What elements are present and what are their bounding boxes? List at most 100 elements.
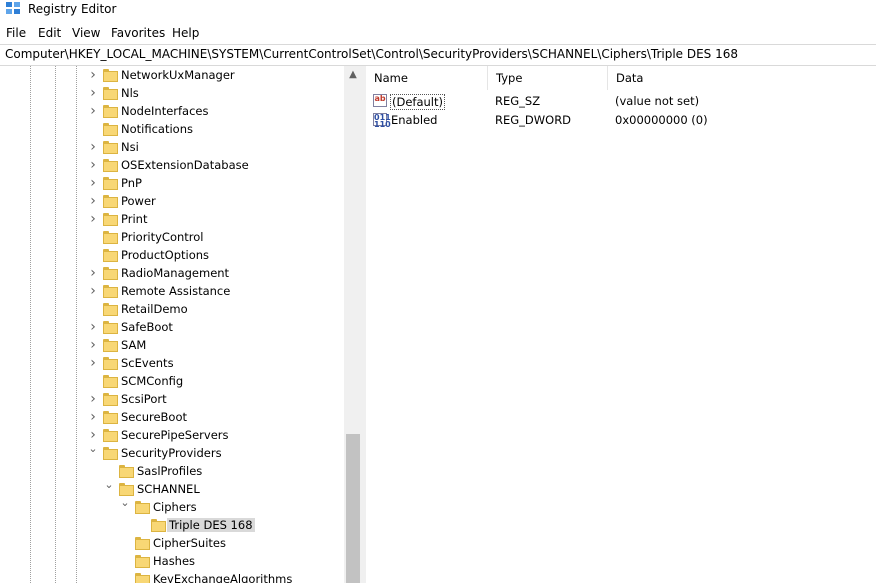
chevron-right-icon[interactable]: › xyxy=(88,176,98,190)
folder-icon xyxy=(103,411,118,424)
folder-icon xyxy=(119,465,134,478)
folder-icon xyxy=(103,69,118,82)
tree-item-label: ProductOptions xyxy=(121,248,210,262)
value-type: REG_DWORD xyxy=(495,113,572,127)
value-name: (Default) xyxy=(390,94,445,110)
tree-item[interactable]: RetailDemo xyxy=(0,301,344,319)
chevron-right-icon[interactable]: › xyxy=(88,266,98,280)
address-path[interactable]: Computer\HKEY_LOCAL_MACHINE\SYSTEM\Curre… xyxy=(5,47,738,61)
tree-item[interactable]: ⌄ SCHANNEL xyxy=(0,479,344,499)
scroll-up-arrow-icon[interactable]: ▲ xyxy=(344,66,362,84)
folder-icon xyxy=(103,249,118,262)
tree-item[interactable]: › SecurePipeServers xyxy=(0,427,344,445)
tree-item[interactable]: Triple DES 168 xyxy=(0,517,344,535)
column-header-data[interactable]: Data xyxy=(608,66,875,90)
registry-editor-icon xyxy=(6,2,21,16)
chevron-right-icon[interactable]: › xyxy=(88,320,98,334)
title-bar: Registry Editor xyxy=(0,0,876,22)
tree-item[interactable]: SaslProfiles xyxy=(0,463,344,481)
chevron-right-icon[interactable]: › xyxy=(88,338,98,352)
tree-item-label: Nls xyxy=(121,86,139,100)
tree-item[interactable]: Notifications xyxy=(0,121,344,139)
tree-item[interactable]: › PnP xyxy=(0,175,344,193)
tree-item[interactable]: › OSExtensionDatabase xyxy=(0,157,344,175)
tree-item[interactable]: ⌄ Ciphers xyxy=(0,497,344,517)
folder-icon xyxy=(103,357,118,370)
tree-item-label: PriorityControl xyxy=(121,230,204,244)
tree-item[interactable]: SCMConfig xyxy=(0,373,344,391)
address-bar[interactable]: Computer\HKEY_LOCAL_MACHINE\SYSTEM\Curre… xyxy=(0,44,876,66)
chevron-right-icon[interactable]: › xyxy=(88,194,98,208)
menu-help[interactable]: Help xyxy=(172,26,199,40)
folder-icon xyxy=(103,177,118,190)
folder-icon xyxy=(103,393,118,406)
value-row[interactable]: ab (Default) REG_SZ (value not set) xyxy=(366,92,876,110)
tree-item[interactable]: ⌄ SecurityProviders xyxy=(0,443,344,463)
tree-item[interactable]: ProductOptions xyxy=(0,247,344,265)
tree-item[interactable]: › SAM xyxy=(0,337,344,355)
tree-item-label: SAM xyxy=(121,338,147,352)
tree-item-label: SecureBoot xyxy=(121,410,188,424)
tree-item-label: OSExtensionDatabase xyxy=(121,158,249,172)
tree-item-label: RetailDemo xyxy=(121,302,188,316)
chevron-right-icon[interactable]: › xyxy=(88,212,98,226)
tree-item-label: KeyExchangeAlgorithms xyxy=(153,572,293,583)
chevron-down-icon[interactable]: ⌄ xyxy=(120,497,130,509)
column-header-name[interactable]: Name xyxy=(366,66,488,90)
tree-item[interactable]: › Nsi xyxy=(0,139,344,157)
tree-item-label: PnP xyxy=(121,176,142,190)
tree-item[interactable]: CipherSuites xyxy=(0,535,344,553)
tree-item[interactable]: › NodeInterfaces xyxy=(0,103,344,121)
folder-icon xyxy=(103,105,118,118)
values-pane[interactable]: Name Type Data ab (Default) REG_SZ (valu… xyxy=(366,66,876,583)
tree-item[interactable]: PriorityControl xyxy=(0,229,344,247)
tree-item[interactable]: › ScEvents xyxy=(0,355,344,373)
chevron-right-icon[interactable]: › xyxy=(88,68,98,82)
chevron-right-icon[interactable]: › xyxy=(88,140,98,154)
menu-edit[interactable]: Edit xyxy=(38,26,61,40)
tree-item[interactable]: Hashes xyxy=(0,553,344,571)
folder-icon xyxy=(135,501,150,514)
tree-item-label: NodeInterfaces xyxy=(121,104,209,118)
tree-item[interactable]: › SafeBoot xyxy=(0,319,344,337)
menu-favorites[interactable]: Favorites xyxy=(111,26,165,40)
folder-icon xyxy=(103,285,118,298)
tree-item-label: Print xyxy=(121,212,148,226)
chevron-right-icon[interactable]: › xyxy=(88,104,98,118)
tree-item-label: ScsiPort xyxy=(121,392,167,406)
chevron-right-icon[interactable]: › xyxy=(88,158,98,172)
value-type: REG_SZ xyxy=(495,94,541,108)
chevron-right-icon[interactable]: › xyxy=(88,410,98,424)
tree-item[interactable]: KeyExchangeAlgorithms xyxy=(0,571,344,583)
value-data: (value not set) xyxy=(615,94,700,108)
tree-item[interactable]: › Print xyxy=(0,211,344,229)
tree-item[interactable]: › Remote Assistance xyxy=(0,283,344,301)
chevron-right-icon[interactable]: › xyxy=(88,356,98,370)
tree-item[interactable]: › RadioManagement xyxy=(0,265,344,283)
tree-item-label: Nsi xyxy=(121,140,139,154)
tree-item[interactable]: › Nls xyxy=(0,85,344,103)
scroll-thumb[interactable] xyxy=(346,434,360,583)
value-row[interactable]: 011 110 Enabled REG_DWORD 0x00000000 (0) xyxy=(366,111,876,129)
chevron-right-icon[interactable]: › xyxy=(88,428,98,442)
folder-icon xyxy=(103,87,118,100)
chevron-right-icon[interactable]: › xyxy=(88,284,98,298)
column-header-type[interactable]: Type xyxy=(488,66,608,90)
tree-item[interactable]: › SecureBoot xyxy=(0,409,344,427)
tree-item[interactable]: › NetworkUxManager xyxy=(0,67,344,85)
folder-icon xyxy=(119,483,134,496)
menu-view[interactable]: View xyxy=(72,26,100,40)
chevron-down-icon[interactable]: ⌄ xyxy=(104,479,114,491)
tree-item-label: Triple DES 168 xyxy=(167,518,255,532)
chevron-right-icon[interactable]: › xyxy=(88,392,98,406)
chevron-right-icon[interactable]: › xyxy=(88,86,98,100)
menu-file[interactable]: File xyxy=(6,26,26,40)
tree-item[interactable]: › ScsiPort xyxy=(0,391,344,409)
tree-scrollbar[interactable]: ▲ xyxy=(344,66,362,583)
tree-pane[interactable]: › NetworkUxManager › Nls › NodeInterfaces Noti… xyxy=(0,66,362,583)
chevron-down-icon[interactable]: ⌄ xyxy=(88,443,98,455)
folder-icon xyxy=(103,141,118,154)
tree-item[interactable]: › Power xyxy=(0,193,344,211)
folder-icon xyxy=(103,267,118,280)
tree-item-label: ScEvents xyxy=(121,356,174,370)
